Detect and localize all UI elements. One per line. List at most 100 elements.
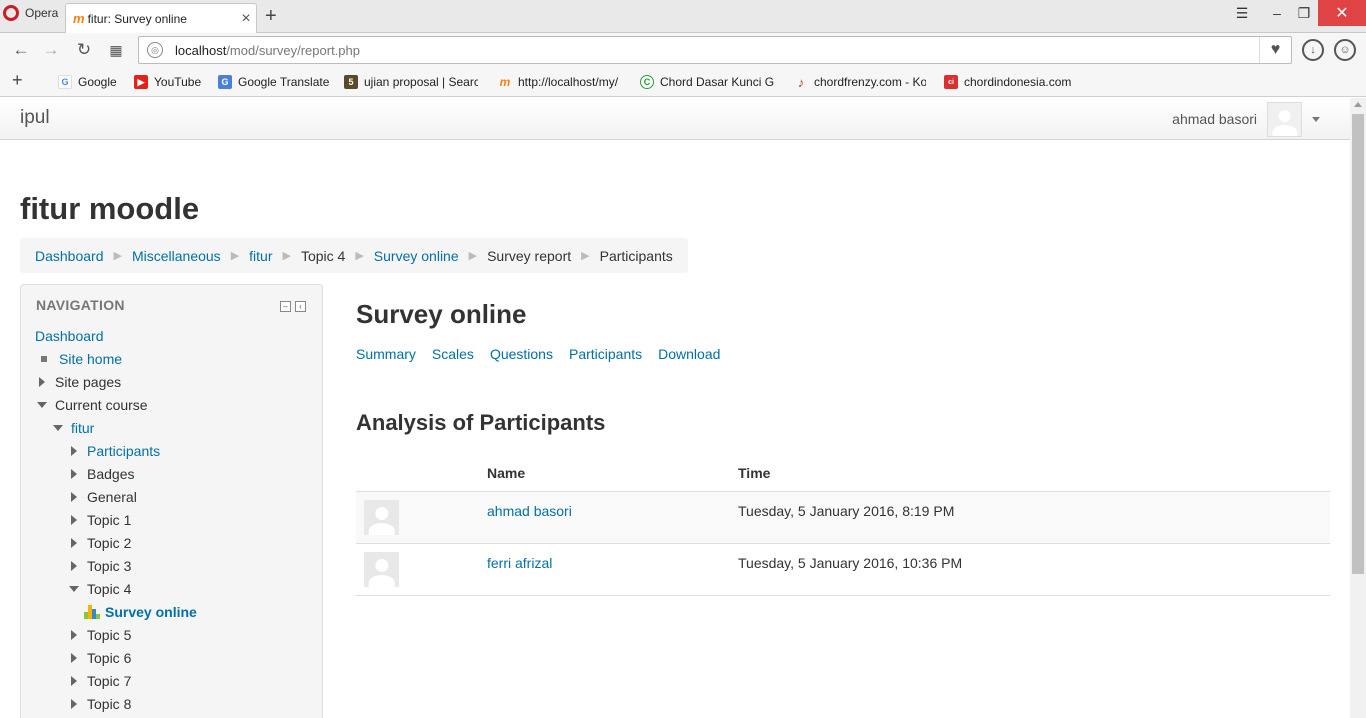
bullet-icon [41,356,47,362]
participant-name-link[interactable]: ahmad basori [487,503,572,519]
forward-arrow-icon[interactable]: → [39,38,63,62]
back-arrow-icon[interactable]: ← [9,38,33,62]
add-bookmark-plus-icon[interactable]: + [12,70,23,91]
expand-arrow-icon [71,653,77,663]
bookmark-youtube[interactable]: ▶ YouTube [134,74,206,90]
moodle-favicon-icon: m [499,75,511,89]
nav-item-topic-3[interactable]: Topic 3 [71,556,131,576]
window-minimize-icon[interactable]: – [1260,0,1294,26]
expand-arrow-icon [39,377,45,387]
browser-tab-active[interactable]: m fitur: Survey online × [65,3,257,33]
breadcrumb-separator-icon: ▶ [282,250,291,262]
page-scrollbar[interactable] [1350,98,1366,718]
bookmark-chord-dasar[interactable]: C Chord Dasar Kunci Gi [640,74,774,90]
table-header-row: Name Time [356,455,1330,492]
breadcrumb-dashboard[interactable]: Dashboard [35,248,104,264]
breadcrumb-separator-icon: ▶ [468,250,478,262]
bookmark-google[interactable]: G Google [58,74,122,90]
opera-logo-icon [3,5,19,21]
window-restore-icon[interactable]: ❐ [1292,0,1316,26]
tab-questions[interactable]: Questions [490,346,553,364]
nav-item-topic-7[interactable]: Topic 7 [71,671,131,691]
nav-item-topic-1[interactable]: Topic 1 [71,510,131,530]
scrollbar-thumb[interactable] [1352,114,1364,574]
participant-name-link[interactable]: ferri afrizal [487,555,552,571]
breadcrumb-survey-online[interactable]: Survey online [374,248,459,264]
expand-arrow-icon [71,469,77,479]
navigation-block: NAVIGATION – ‹ Dashboard Site home Site … [20,284,323,718]
bookmark-chordindonesia[interactable]: ci chordindonesia.com [944,74,1080,90]
scroll-up-arrow-icon[interactable] [1354,102,1362,107]
site-title: fitur moodle [20,191,200,226]
expand-arrow-icon [71,446,77,456]
chord-dasar-favicon-icon: C [640,75,654,89]
breadcrumb-separator-icon: ▶ [581,250,590,262]
participants-table: Name Time ahmad basori Tuesday, 5 Januar… [356,455,1330,596]
tab-summary[interactable]: Summary [356,346,416,364]
download-icon[interactable]: ↓ [1302,39,1324,61]
expand-arrow-icon [71,538,77,548]
tab-participants[interactable]: Participants [569,346,642,364]
site-brand-link[interactable]: ipul [20,107,50,129]
nav-item-site-home[interactable]: Site home [39,349,122,369]
participant-avatar-icon[interactable] [364,499,399,535]
reload-icon[interactable]: ↻ [72,38,96,62]
bookmark-localhost-my[interactable]: m http://localhost/my/ [498,74,626,90]
nav-item-topic-6[interactable]: Topic 6 [71,648,131,668]
web-page: ipul ahmad basori fitur moodle Dashboard… [0,98,1350,718]
expand-arrow-icon [71,676,77,686]
nav-item-dashboard[interactable]: Dashboard [35,326,104,346]
column-header-name: Name [487,455,738,492]
bookmark-chordfrenzy[interactable]: ♪ chordfrenzy.com - Ko [794,74,926,90]
user-avatar-icon [1267,101,1302,137]
nav-item-topic-2[interactable]: Topic 2 [71,533,131,553]
url-field[interactable]: ◎ localhost/mod/survey/report.php ♥ [138,36,1292,64]
nav-item-topic-8[interactable]: Topic 8 [71,694,131,714]
new-tab-plus-icon[interactable]: + [265,5,277,28]
user-menu-name: ahmad basori [1172,111,1257,127]
nav-item-topic-4[interactable]: Topic 4 [69,579,131,599]
block-collapse-icon[interactable]: – [280,301,291,312]
nav-item-topic-5[interactable]: Topic 5 [71,625,131,645]
extension-face-icon[interactable]: ☺ [1334,39,1356,61]
expand-arrow-icon [71,699,77,709]
breadcrumb-separator-icon: ▶ [230,250,240,262]
survey-chart-icon [84,605,100,619]
site-info-globe-icon[interactable]: ◎ [147,42,163,58]
nav-item-badges[interactable]: Badges [71,464,134,484]
tab-download[interactable]: Download [658,346,720,364]
collapse-arrow-icon [53,425,63,431]
nav-item-general[interactable]: General [71,487,137,507]
column-header-picture [356,455,487,492]
collapse-arrow-icon [69,586,79,592]
tab-close-icon[interactable]: × [236,10,256,28]
opera-menu-button[interactable]: Opera [0,0,62,26]
breadcrumb-separator-icon: ▶ [113,250,122,262]
nav-item-participants[interactable]: Participants [71,441,160,461]
bookmark-heart-icon[interactable]: ♥ [1259,37,1291,63]
window-close-icon[interactable]: ✕ [1318,0,1366,26]
nav-item-fitur[interactable]: fitur [53,418,94,438]
nav-item-current-course[interactable]: Current course [37,395,148,415]
user-menu[interactable]: ahmad basori [1172,101,1320,137]
user-menu-caret-icon [1312,116,1320,122]
participant-avatar-icon[interactable] [364,551,399,587]
bookmark-ujian-proposal[interactable]: 5 ujian proposal | Searc [344,74,478,90]
table-row: ahmad basori Tuesday, 5 January 2016, 8:… [356,491,1330,544]
navigation-block-header: NAVIGATION [36,297,125,313]
moodle-navbar: ipul ahmad basori [0,98,1350,140]
nav-item-site-pages[interactable]: Site pages [39,372,121,392]
tab-menu-icon[interactable]: ☰ [1228,0,1256,26]
bookmark-google-translate[interactable]: G Google Translate [218,74,334,90]
breadcrumb: Dashboard ▶ Miscellaneous ▶ fitur ▶ Topi… [20,238,688,273]
browser-tab-bar: Opera m fitur: Survey online × + ☰ – ❐ ✕ [0,0,1366,33]
breadcrumb-miscellaneous[interactable]: Miscellaneous [132,248,221,264]
speed-dial-grid-icon[interactable]: ▦ [104,38,128,62]
block-dock-icon[interactable]: ‹ [295,301,306,312]
nav-item-survey-online[interactable]: Survey online [84,602,197,622]
collapse-arrow-icon [37,402,47,408]
tab-scales[interactable]: Scales [432,346,474,364]
table-row: ferri afrizal Tuesday, 5 January 2016, 1… [356,543,1330,596]
breadcrumb-fitur[interactable]: fitur [249,248,272,264]
expand-arrow-icon [71,630,77,640]
